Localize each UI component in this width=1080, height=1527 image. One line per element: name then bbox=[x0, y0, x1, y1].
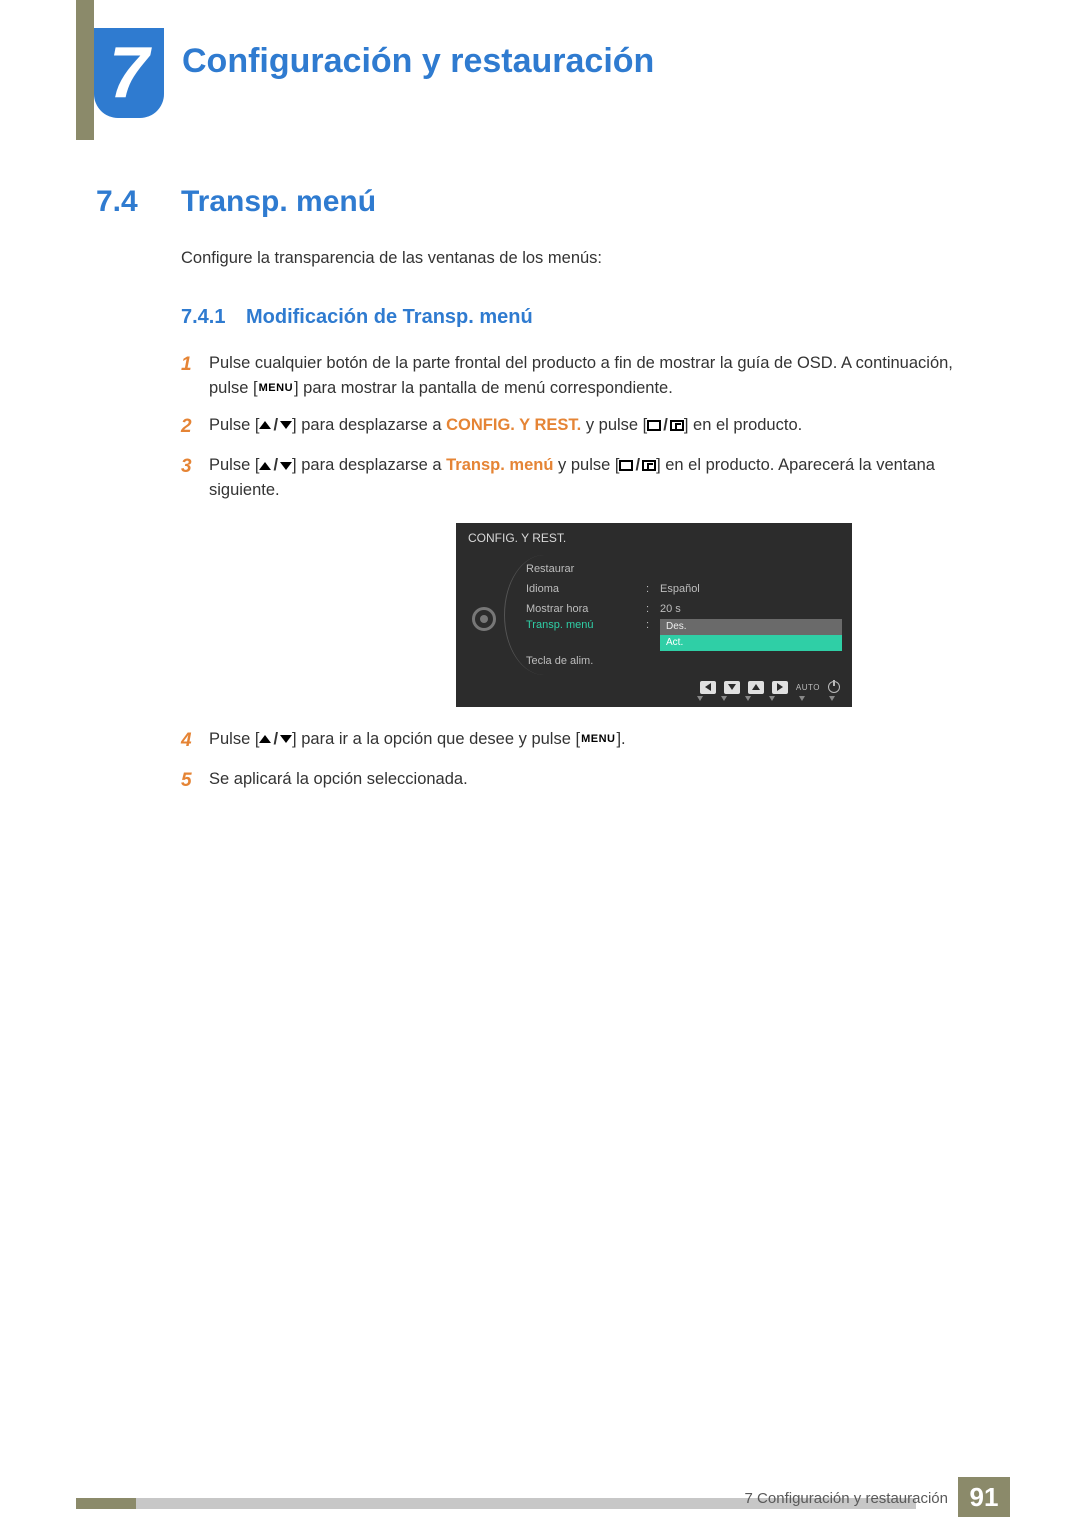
osd-label: Tecla de alim. bbox=[526, 655, 646, 667]
sub-marker-icon bbox=[740, 696, 756, 701]
colon: : bbox=[646, 619, 660, 631]
nav-left-icon bbox=[700, 681, 716, 694]
step-number: 5 bbox=[181, 767, 209, 796]
footer-bar-accent bbox=[76, 1498, 136, 1509]
osd-value: Español bbox=[660, 583, 700, 595]
step-text: Se aplicará la opción seleccionada. bbox=[209, 767, 976, 796]
step-4: 4 Pulse [/] para ir a la opción que dese… bbox=[181, 727, 976, 756]
subsection-title: Modificación de Transp. menú bbox=[246, 306, 533, 329]
osd-row-restaurar: Restaurar bbox=[526, 559, 852, 579]
page-footer: 7 Configuración y restauración 91 bbox=[0, 1477, 1080, 1527]
page-header: 7 Configuración y restauración bbox=[0, 0, 1080, 135]
step-5: 5 Se aplicará la opción seleccionada. bbox=[181, 767, 976, 796]
step-text: Pulse cualquier botón de la parte fronta… bbox=[209, 351, 976, 401]
section-heading: 7.4 Transp. menú bbox=[96, 185, 976, 219]
text: ] para desplazarse a bbox=[292, 456, 446, 474]
osd-label: Restaurar bbox=[526, 563, 646, 575]
text: ] para desplazarse a bbox=[292, 416, 446, 434]
step-text: Pulse [/] para desplazarse a CONFIG. Y R… bbox=[209, 413, 976, 442]
page-number: 91 bbox=[958, 1477, 1010, 1517]
step-number: 4 bbox=[181, 727, 209, 756]
menu-button-label: MENU bbox=[580, 731, 616, 748]
osd-curve-decoration bbox=[504, 555, 544, 675]
nav-right-icon bbox=[772, 681, 788, 694]
up-down-icon: / bbox=[259, 453, 292, 478]
osd-row-idioma: Idioma : Español bbox=[526, 579, 852, 599]
text: Pulse [ bbox=[209, 730, 259, 748]
section-intro: Configure la transparencia de las ventan… bbox=[181, 249, 976, 268]
sub-marker-icon bbox=[764, 696, 780, 701]
text: ]. bbox=[616, 730, 625, 748]
colon: : bbox=[646, 583, 660, 595]
osd-label-selected: Transp. menú bbox=[526, 619, 646, 631]
chapter-title: Configuración y restauración bbox=[182, 42, 654, 81]
text: y pulse [ bbox=[581, 416, 647, 434]
nav-up-icon bbox=[748, 681, 764, 694]
nav-down-icon bbox=[724, 681, 740, 694]
text: ] para ir a la opción que desee y pulse … bbox=[292, 730, 580, 748]
text: ] en el producto. bbox=[684, 416, 802, 434]
osd-row-mostrar-hora: Mostrar hora : 20 s bbox=[526, 599, 852, 619]
step-3: 3 Pulse [/] para desplazarse a Transp. m… bbox=[181, 453, 976, 503]
section-title: Transp. menú bbox=[181, 185, 376, 219]
sub-marker-icon bbox=[716, 696, 732, 701]
step-number: 2 bbox=[181, 413, 209, 442]
subsection-heading: 7.4.1 Modificación de Transp. menú bbox=[181, 306, 976, 329]
osd-value: 20 s bbox=[660, 603, 681, 615]
osd-label: Idioma bbox=[526, 583, 646, 595]
step-text: Pulse [/] para desplazarse a Transp. men… bbox=[209, 453, 976, 503]
step-number: 1 bbox=[181, 351, 209, 401]
colon: : bbox=[646, 603, 660, 615]
up-down-icon: / bbox=[259, 727, 292, 752]
steps-list: 1 Pulse cualquier botón de la parte fron… bbox=[181, 351, 976, 796]
text: Se aplicará la opción seleccionada. bbox=[209, 770, 468, 788]
osd-title: CONFIG. Y REST. bbox=[456, 523, 852, 559]
text: Pulse [ bbox=[209, 416, 259, 434]
up-down-icon: / bbox=[259, 413, 292, 438]
step-1: 1 Pulse cualquier botón de la parte fron… bbox=[181, 351, 976, 401]
osd-nav-bar: AUTO bbox=[456, 671, 852, 696]
osd-nav-sub bbox=[456, 696, 852, 701]
highlight-config: CONFIG. Y REST. bbox=[446, 416, 581, 434]
enter-icon: / bbox=[619, 453, 656, 478]
step-number: 3 bbox=[181, 453, 209, 503]
osd-row-tecla-alim: Tecla de alim. bbox=[526, 651, 852, 671]
sub-marker-icon bbox=[692, 696, 708, 701]
footer-chapter-ref: 7 Configuración y restauración bbox=[745, 1490, 948, 1507]
osd-row-transp-menu: Transp. menú : Des. Act. bbox=[526, 619, 852, 651]
section-number: 7.4 bbox=[96, 185, 181, 219]
osd-option-des: Des. bbox=[660, 619, 842, 635]
subsection-number: 7.4.1 bbox=[181, 306, 246, 329]
highlight-transp: Transp. menú bbox=[446, 456, 553, 474]
side-strip bbox=[76, 0, 94, 140]
content-area: 7.4 Transp. menú Configure la transparen… bbox=[96, 185, 976, 808]
menu-button-label: MENU bbox=[258, 380, 294, 397]
osd-label: Mostrar hora bbox=[526, 603, 646, 615]
nav-auto-label: AUTO bbox=[796, 683, 820, 692]
osd-body: Restaurar Idioma : Español Mostrar hora … bbox=[456, 559, 852, 671]
power-icon bbox=[828, 681, 840, 693]
text: ] para mostrar la pantalla de menú corre… bbox=[294, 379, 673, 397]
osd-screenshot: CONFIG. Y REST. Restaurar Idioma : Españ… bbox=[456, 523, 852, 707]
chapter-number-badge: 7 bbox=[94, 28, 164, 118]
sub-marker-icon bbox=[788, 696, 816, 701]
text: Pulse [ bbox=[209, 456, 259, 474]
step-text: Pulse [/] para ir a la opción que desee … bbox=[209, 727, 976, 756]
step-2: 2 Pulse [/] para desplazarse a CONFIG. Y… bbox=[181, 413, 976, 442]
sub-marker-icon bbox=[824, 696, 840, 701]
text: y pulse [ bbox=[553, 456, 619, 474]
enter-icon: / bbox=[647, 413, 684, 438]
osd-option-act: Act. bbox=[660, 635, 842, 651]
osd-options: Des. Act. bbox=[660, 619, 852, 651]
gear-icon bbox=[472, 607, 496, 631]
